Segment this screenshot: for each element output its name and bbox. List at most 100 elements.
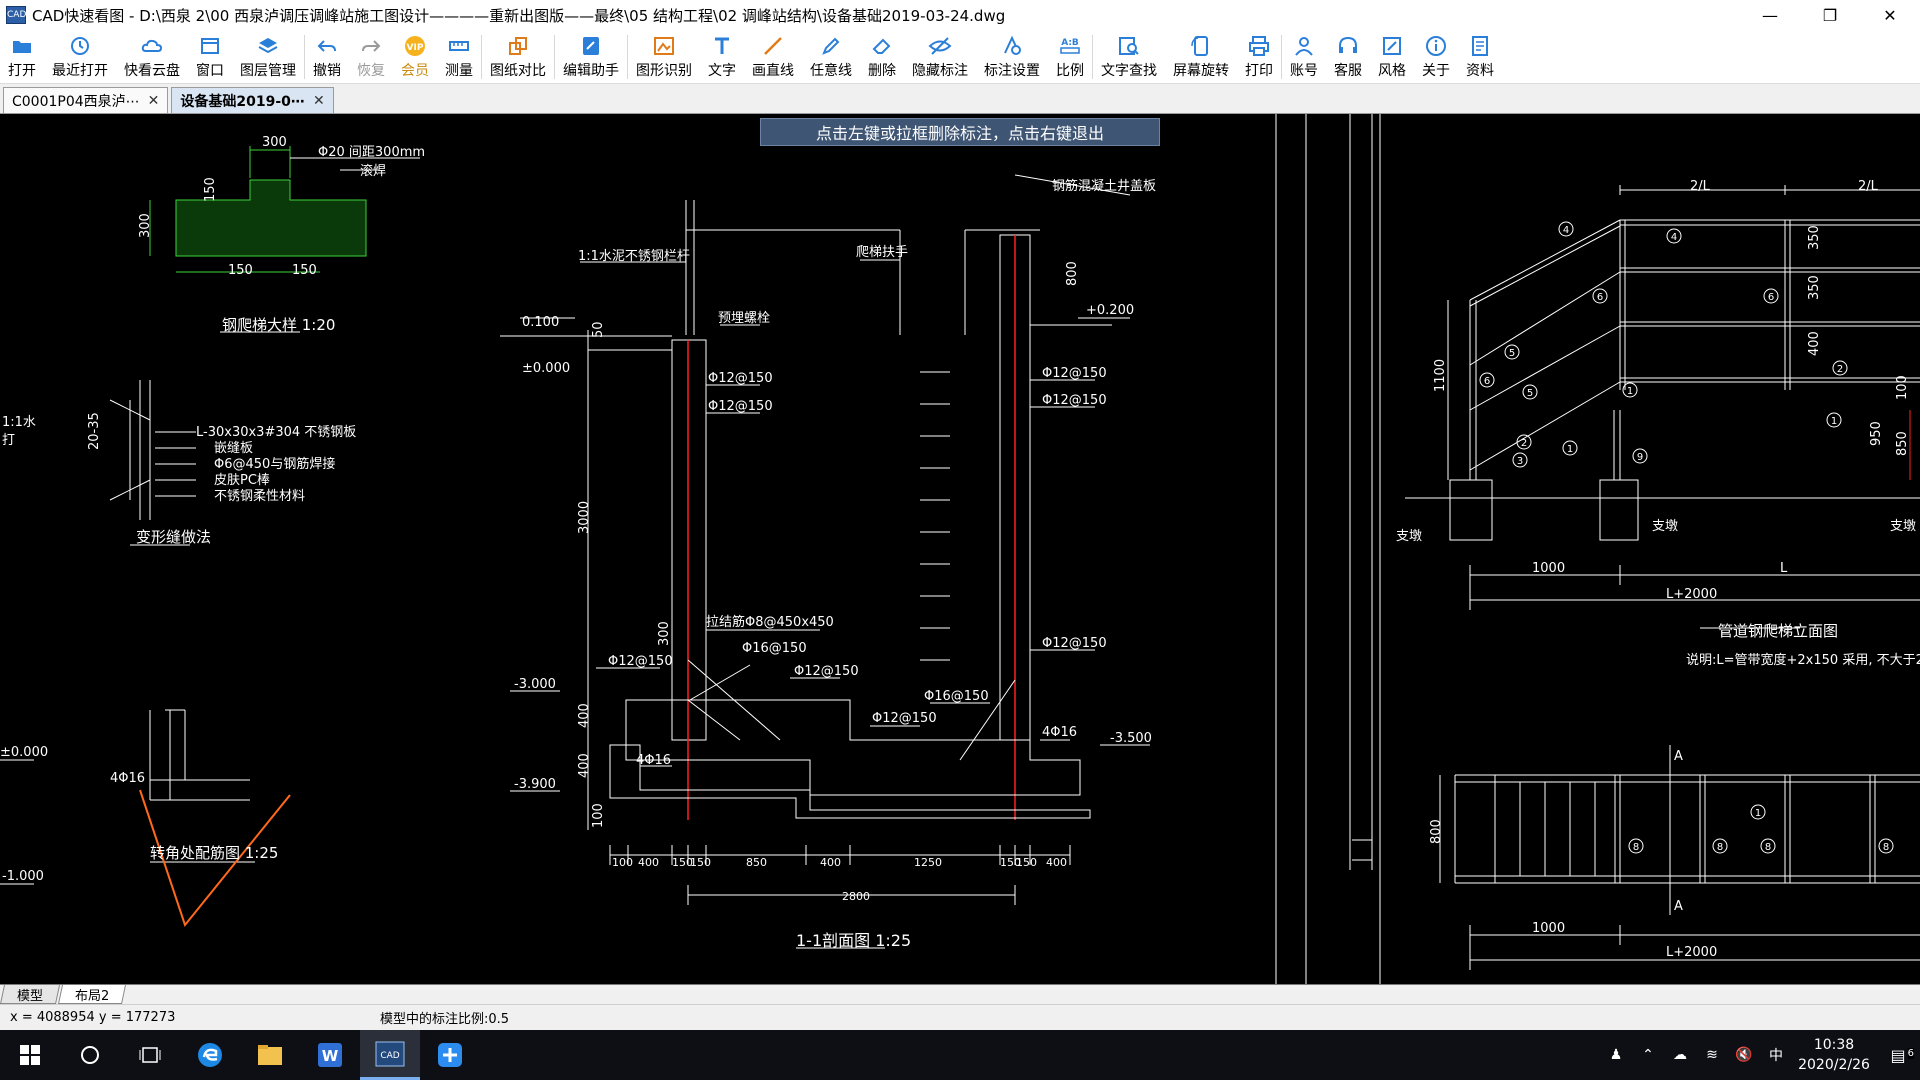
toolbar-button-14[interactable]: 画直线 xyxy=(744,30,802,84)
dim-label: 1250 xyxy=(914,856,942,869)
rebar-label: Φ12@150 xyxy=(794,664,859,679)
toolbar-button-15[interactable]: 任意线 xyxy=(802,30,860,84)
taskbar-app[interactable] xyxy=(420,1030,480,1080)
tab-label: 设备基础2019-0⋯ xyxy=(180,93,305,110)
toolbar-label: 文字查找 xyxy=(1101,63,1157,79)
tab-model[interactable]: 模型 xyxy=(0,985,61,1004)
dim-label: 50 xyxy=(591,321,606,338)
clock-time: 10:38 xyxy=(1813,1037,1855,1053)
callout-number: 6 xyxy=(1597,292,1603,303)
tab-layout2[interactable]: 布局2 xyxy=(57,985,127,1004)
taskbar-file-explorer[interactable] xyxy=(240,1030,300,1080)
task-view-button[interactable] xyxy=(120,1030,180,1080)
toolbar-button-17[interactable]: 隐藏标注 xyxy=(904,30,976,84)
compare-icon xyxy=(506,34,530,58)
window-icon xyxy=(198,34,222,58)
toolbar-button-21[interactable]: 屏幕旋转 xyxy=(1165,30,1237,84)
dim-label: L+2000 xyxy=(1666,587,1717,602)
callout-number: 8 xyxy=(1633,842,1639,853)
volume-muted-icon[interactable]: 🔇 xyxy=(1728,1047,1760,1063)
toolbar-button-19[interactable]: A:B 比例 xyxy=(1048,30,1092,84)
people-icon[interactable]: ♟ xyxy=(1600,1047,1632,1063)
level-label: +0.200 xyxy=(1086,303,1134,318)
ime-indicator[interactable]: 中 xyxy=(1760,1045,1792,1065)
app-icon: CAD xyxy=(6,6,26,24)
tab-label: C0001P04西泉泸⋯ xyxy=(12,93,140,110)
toolbar-button-26[interactable]: 关于 xyxy=(1414,30,1458,84)
taskbar-cad-viewer[interactable]: CAD xyxy=(360,1030,420,1080)
toolbar-button-3[interactable]: 快看云盘 xyxy=(116,30,188,84)
dim-label: 800 xyxy=(1065,261,1080,286)
undo-icon xyxy=(315,34,339,58)
callout-number: 6 xyxy=(1768,292,1774,303)
level-label: 0.100 xyxy=(522,315,559,330)
toolbar-button-20[interactable]: 文字查找 xyxy=(1093,30,1165,84)
toolbar-label: 打印 xyxy=(1245,63,1273,79)
toolbar-label: 标注设置 xyxy=(984,63,1040,79)
user-icon xyxy=(1292,34,1316,58)
toolbar-label: 客服 xyxy=(1334,63,1362,79)
toolbar-button-5[interactable]: 图层管理 xyxy=(232,30,304,84)
level-label: ±0.000 xyxy=(522,361,570,376)
dim-label: 400 xyxy=(577,703,592,728)
toolbar-button-10[interactable]: 图纸对比 xyxy=(482,30,554,84)
detail-title: 钢爬梯大样 1:20 xyxy=(222,316,335,334)
close-tab-icon[interactable]: ✕ xyxy=(313,93,325,109)
search-circle-icon xyxy=(81,1046,99,1064)
toolbar-button-2[interactable]: 最近打开 xyxy=(44,30,116,84)
eraser-icon xyxy=(870,34,894,58)
toolbar-button-11[interactable]: 编辑助手 xyxy=(555,30,627,84)
shape-recognition-icon xyxy=(652,34,676,58)
level-label: -1.000 xyxy=(2,869,44,884)
start-button[interactable] xyxy=(0,1030,60,1080)
toolbar-button-9[interactable]: 测量 xyxy=(437,30,481,84)
text-search-icon xyxy=(1117,34,1141,58)
restore-button[interactable]: ❐ xyxy=(1800,0,1860,30)
redo-icon xyxy=(359,34,383,58)
dim-label: 150 xyxy=(690,856,711,869)
minimize-button[interactable]: — xyxy=(1740,0,1800,30)
dim-label: 850 xyxy=(746,856,767,869)
joint-note: 嵌缝板 xyxy=(214,441,253,456)
toolbar-label: 删除 xyxy=(868,63,896,79)
search-button[interactable] xyxy=(60,1030,120,1080)
toolbar-button-25[interactable]: 风格 xyxy=(1370,30,1414,84)
tab-document-2[interactable]: 设备基础2019-0⋯ ✕ xyxy=(171,87,334,113)
toolbar-button-4[interactable]: 窗口 xyxy=(188,30,232,84)
toolbar-label: 打开 xyxy=(8,63,36,79)
toolbar-button-18[interactable]: 标注设置 xyxy=(976,30,1048,84)
cursor-coordinates: x = 4088954 y = 177273 xyxy=(10,1010,176,1025)
toolbar-button-27[interactable]: 资料 xyxy=(1458,30,1502,84)
toolbar-button-13[interactable]: 文字 xyxy=(700,30,744,84)
onedrive-cloud-icon[interactable]: ☁ xyxy=(1664,1047,1696,1063)
dim-label: 300 xyxy=(657,621,672,646)
action-center-icon[interactable]: ▤ 6 xyxy=(1876,1046,1920,1065)
toolbar-button-8[interactable]: VIP 会员 xyxy=(393,30,437,84)
callout-number: 8 xyxy=(1883,842,1889,853)
taskbar-edge[interactable] xyxy=(180,1030,240,1080)
close-tab-icon[interactable]: ✕ xyxy=(148,93,160,109)
wifi-icon[interactable]: ≋ xyxy=(1696,1047,1728,1063)
toolbar-button-24[interactable]: 客服 xyxy=(1326,30,1370,84)
close-button[interactable]: ✕ xyxy=(1860,0,1920,30)
system-tray: ♟ ⌃ ☁ ≋ 🔇 中 10:38 2020/2/26 ▤ 6 xyxy=(1600,1030,1920,1080)
toolbar-label: 窗口 xyxy=(196,63,224,79)
toolbar-button-23[interactable]: 账号 xyxy=(1282,30,1326,84)
toolbar-button-16[interactable]: 删除 xyxy=(860,30,904,84)
taskbar-wps[interactable]: W xyxy=(300,1030,360,1080)
toolbar-button-22[interactable]: 打印 xyxy=(1237,30,1281,84)
toolbar-button-1[interactable]: 打开 xyxy=(0,30,44,84)
toolbar-button-6[interactable]: 撤销 xyxy=(305,30,349,84)
rebar-label: Φ12@150 xyxy=(1042,636,1107,651)
toolbar-button-7[interactable]: 恢复 xyxy=(349,30,393,84)
section-mark: A xyxy=(1674,749,1683,764)
section-note: 爬梯扶手 xyxy=(856,245,908,260)
tab-document-1[interactable]: C0001P04西泉泸⋯ ✕ xyxy=(3,87,169,113)
notification-count: 6 xyxy=(1907,1047,1914,1059)
section-note: 预埋螺栓 xyxy=(718,311,770,326)
toolbar-button-12[interactable]: 图形识别 xyxy=(628,30,700,84)
drawing-canvas[interactable]: 300 Φ20 间距300mm 滚焊 150 300 150 150 钢爬梯大样… xyxy=(0,114,1920,984)
chevron-up-icon[interactable]: ⌃ xyxy=(1632,1047,1664,1063)
dim-label: L+2000 xyxy=(1666,945,1717,960)
clock[interactable]: 10:38 2020/2/26 xyxy=(1792,1035,1876,1075)
